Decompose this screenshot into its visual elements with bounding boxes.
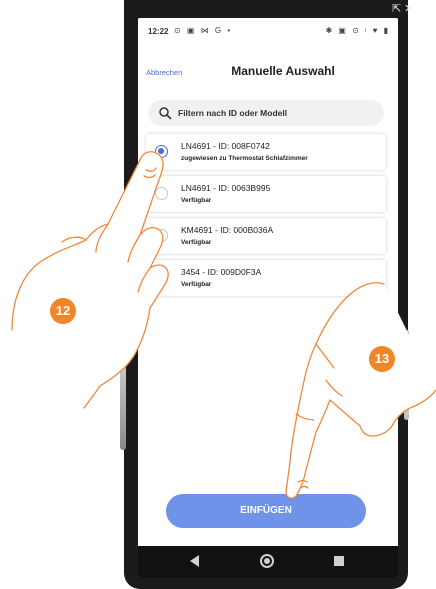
- app-header: Abbrechen Manuelle Auswahl: [138, 56, 398, 86]
- device-status: Verfügbar: [181, 239, 212, 246]
- phone-edge-right: [404, 330, 409, 420]
- search-icon: [159, 107, 172, 120]
- step-marker-13: 13: [369, 346, 395, 372]
- search-input[interactable]: Filtern nach ID oder Modell: [148, 100, 384, 126]
- step-marker-12: 12: [50, 298, 76, 324]
- device-item-1[interactable]: LN4691 - ID: 008F0742 zugewiesen zu Ther…: [146, 134, 386, 170]
- search-placeholder: Filtern nach ID oder Modell: [178, 108, 288, 118]
- notification-icons: ⊙ ▣ ⋈ G •: [174, 26, 233, 35]
- back-icon[interactable]: [190, 555, 199, 567]
- status-bar: 12:22 ⊙ ▣ ⋈ G • ✱ ▣ ⊙ ᵎ ♥ ▮: [138, 18, 398, 44]
- radio-button-selected[interactable]: [155, 145, 168, 158]
- recent-apps-icon[interactable]: [334, 556, 344, 566]
- device-title: KM4691 - ID: 000B036A: [181, 225, 274, 235]
- device-title: LN4691 - ID: 0063B995: [181, 183, 271, 193]
- home-icon[interactable]: [260, 554, 274, 568]
- device-status: Verfügbar: [181, 281, 212, 288]
- device-item-3[interactable]: KM4691 - ID: 000B036A Verfügbar: [146, 218, 386, 254]
- device-item-4[interactable]: 3454 - ID: 009D0F3A Verfügbar: [146, 260, 386, 296]
- radio-button[interactable]: [155, 229, 168, 242]
- radio-button[interactable]: [155, 271, 168, 284]
- android-nav-bar: [138, 546, 398, 578]
- insert-button[interactable]: EINFÜGEN: [166, 494, 366, 528]
- radio-button[interactable]: [155, 187, 168, 200]
- status-time: 12:22: [148, 27, 169, 36]
- device-title: LN4691 - ID: 008F0742: [181, 141, 270, 151]
- system-status-icons: ✱ ▣ ⊙ ᵎ ♥ ▮: [325, 26, 390, 35]
- device-item-2[interactable]: LN4691 - ID: 0063B995 Verfügbar: [146, 176, 386, 212]
- device-status: Verfügbar: [181, 197, 212, 204]
- page-title: Manuelle Auswahl: [231, 64, 335, 78]
- app-screen: 12:22 ⊙ ▣ ⋈ G • ✱ ▣ ⊙ ᵎ ♥ ▮ Abbrechen Ma…: [138, 18, 398, 578]
- device-status: zugewiesen zu Thermostat Schlafzimmer: [181, 155, 308, 162]
- phone-edge-left: [120, 230, 126, 450]
- device-title: 3454 - ID: 009D0F3A: [181, 267, 262, 277]
- window-controls[interactable]: ⇱ ✕: [392, 2, 414, 15]
